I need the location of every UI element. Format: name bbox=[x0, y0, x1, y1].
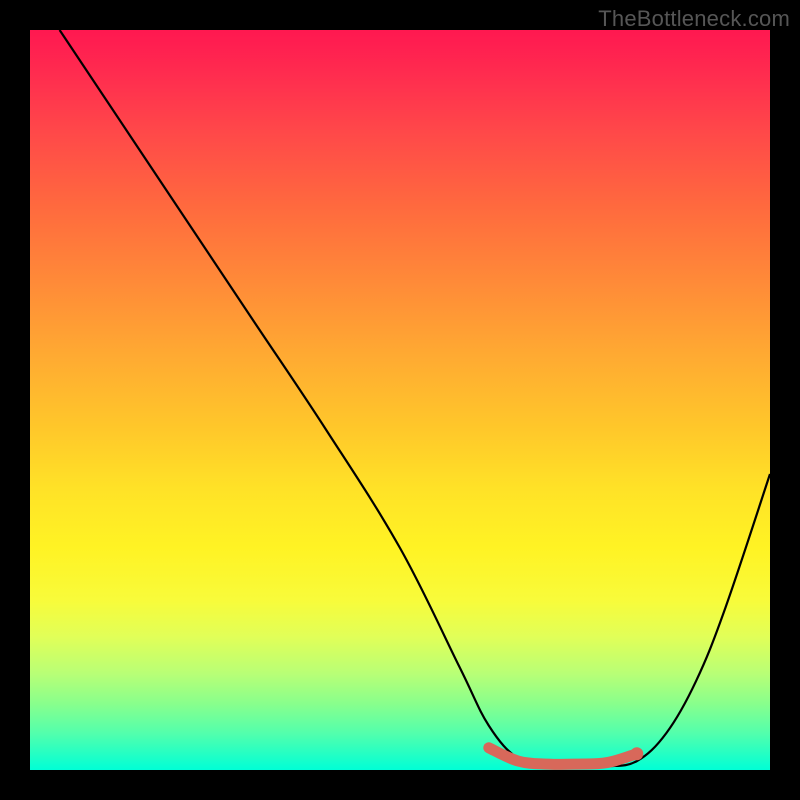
chart-container: TheBottleneck.com bbox=[0, 0, 800, 800]
watermark-text: TheBottleneck.com bbox=[598, 6, 790, 32]
gradient-background bbox=[30, 30, 770, 770]
plot-area bbox=[30, 30, 770, 770]
